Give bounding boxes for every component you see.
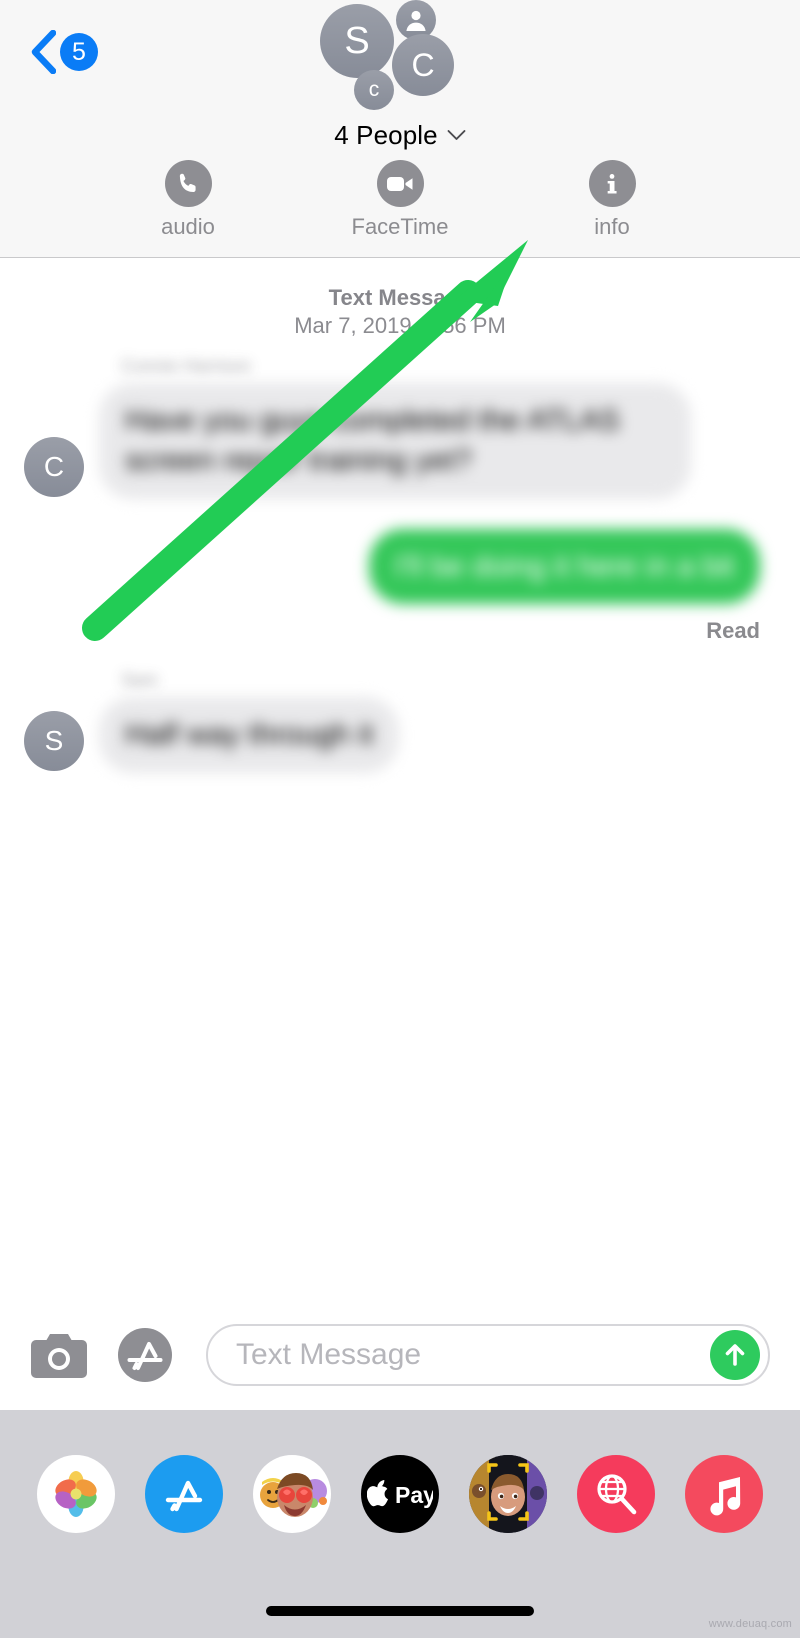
arrow-up-icon: [725, 1344, 745, 1366]
app-drawer-item[interactable]: Pay: [346, 1455, 454, 1533]
read-receipt: Read: [706, 618, 760, 644]
unread-count-badge: 5: [60, 33, 98, 71]
message-bubble[interactable]: Half way through it: [99, 697, 400, 773]
message-bubble[interactable]: Have you guys completed the ATLAS screen…: [99, 383, 691, 499]
facetime-label: FaceTime: [351, 214, 449, 239]
photos-app-icon: [37, 1455, 115, 1533]
person-silhouette-icon: [406, 10, 426, 31]
header-actions: audio FaceTime info: [0, 160, 800, 240]
memoji-stickers-app-icon: [253, 1455, 331, 1533]
avatar-initial: C: [43, 450, 65, 482]
message-row[interactable]: S Sam Half way through it: [0, 670, 800, 773]
app-drawer-item[interactable]: [454, 1455, 562, 1533]
send-button[interactable]: [710, 1330, 760, 1380]
imessage-app-drawer[interactable]: Pay: [0, 1410, 800, 1578]
audio-call-label: audio: [161, 214, 215, 239]
messages-app-screen: 5 S C c 4 People audio FaceTime info Tex…: [0, 0, 800, 1638]
info-button[interactable]: info: [548, 160, 676, 240]
facetime-circle: [376, 160, 424, 207]
camera-icon[interactable]: [30, 1330, 88, 1380]
app-store-app-icon: [145, 1455, 223, 1533]
app-drawer-item[interactable]: [22, 1455, 130, 1533]
home-indicator[interactable]: [266, 1606, 534, 1616]
avatar: S: [24, 710, 84, 771]
app-drawer-item[interactable]: [562, 1455, 670, 1533]
date-divider-time: Mar 7, 2019, 4:56 PM: [294, 313, 506, 339]
avatar: C: [392, 34, 454, 96]
avatar-initial: S: [344, 19, 370, 62]
avatar: c: [354, 70, 394, 110]
facetime-button[interactable]: FaceTime: [336, 160, 464, 240]
bubble-stack: Sam Half way through it: [99, 670, 400, 773]
home-area: www.deuaq.com: [0, 1578, 800, 1638]
avatar-initial: C: [411, 46, 435, 83]
message-sender-name: Sam: [121, 670, 159, 691]
app-drawer-item[interactable]: [238, 1455, 346, 1533]
memoji-app-icon: [469, 1455, 547, 1533]
audio-call-button[interactable]: audio: [124, 160, 252, 240]
message-input-wrapper[interactable]: [206, 1324, 770, 1386]
svg-text:Pay: Pay: [395, 1482, 433, 1508]
group-title: 4 People: [334, 119, 438, 150]
app-drawer-item[interactable]: [130, 1455, 238, 1533]
phone-icon: [179, 173, 196, 192]
group-title-button[interactable]: 4 People: [0, 118, 800, 152]
date-divider: Text Message Mar 7, 2019, 4:56 PM: [0, 284, 800, 340]
apple-pay-app-icon: Pay: [361, 1455, 439, 1533]
chevron-left-icon: [31, 30, 56, 74]
message-bubble[interactable]: I'll be doing it here in a bit: [368, 528, 760, 605]
back-button[interactable]: 5: [30, 30, 98, 74]
avatar-initial: S: [44, 724, 64, 756]
message-composer: [0, 1300, 800, 1410]
info-circle: [588, 160, 636, 207]
avatar: S: [320, 4, 394, 78]
video-camera-icon: [387, 176, 413, 191]
message-row[interactable]: I'll be doing it here in a bit: [0, 528, 800, 605]
group-avatar-cluster[interactable]: S C c: [313, 0, 487, 118]
info-label: info: [594, 214, 630, 239]
message-input[interactable]: [234, 1337, 710, 1373]
date-divider-kind: Text Message: [328, 285, 472, 310]
app-store-icon[interactable]: [116, 1324, 178, 1386]
conversation-header: 5 S C c 4 People audio FaceTime info: [0, 0, 800, 258]
message-sender-name: Connie Harrison: [121, 356, 252, 377]
message-row[interactable]: C Connie Harrison Have you guys complete…: [0, 356, 800, 499]
info-icon: [607, 173, 617, 194]
app-drawer-item[interactable]: [670, 1455, 778, 1533]
avatar: C: [24, 436, 84, 497]
avatar-initial: c: [368, 78, 380, 101]
watermark: www.deuaq.com: [708, 1618, 792, 1630]
images-search-app-icon: [577, 1455, 655, 1533]
bubble-stack: Connie Harrison Have you guys completed …: [99, 356, 691, 499]
audio-call-circle: [164, 160, 212, 207]
message-thread[interactable]: Text Message Mar 7, 2019, 4:56 PM C Conn…: [0, 258, 800, 1323]
chevron-down-icon: [447, 130, 466, 140]
music-app-icon: [685, 1455, 763, 1533]
